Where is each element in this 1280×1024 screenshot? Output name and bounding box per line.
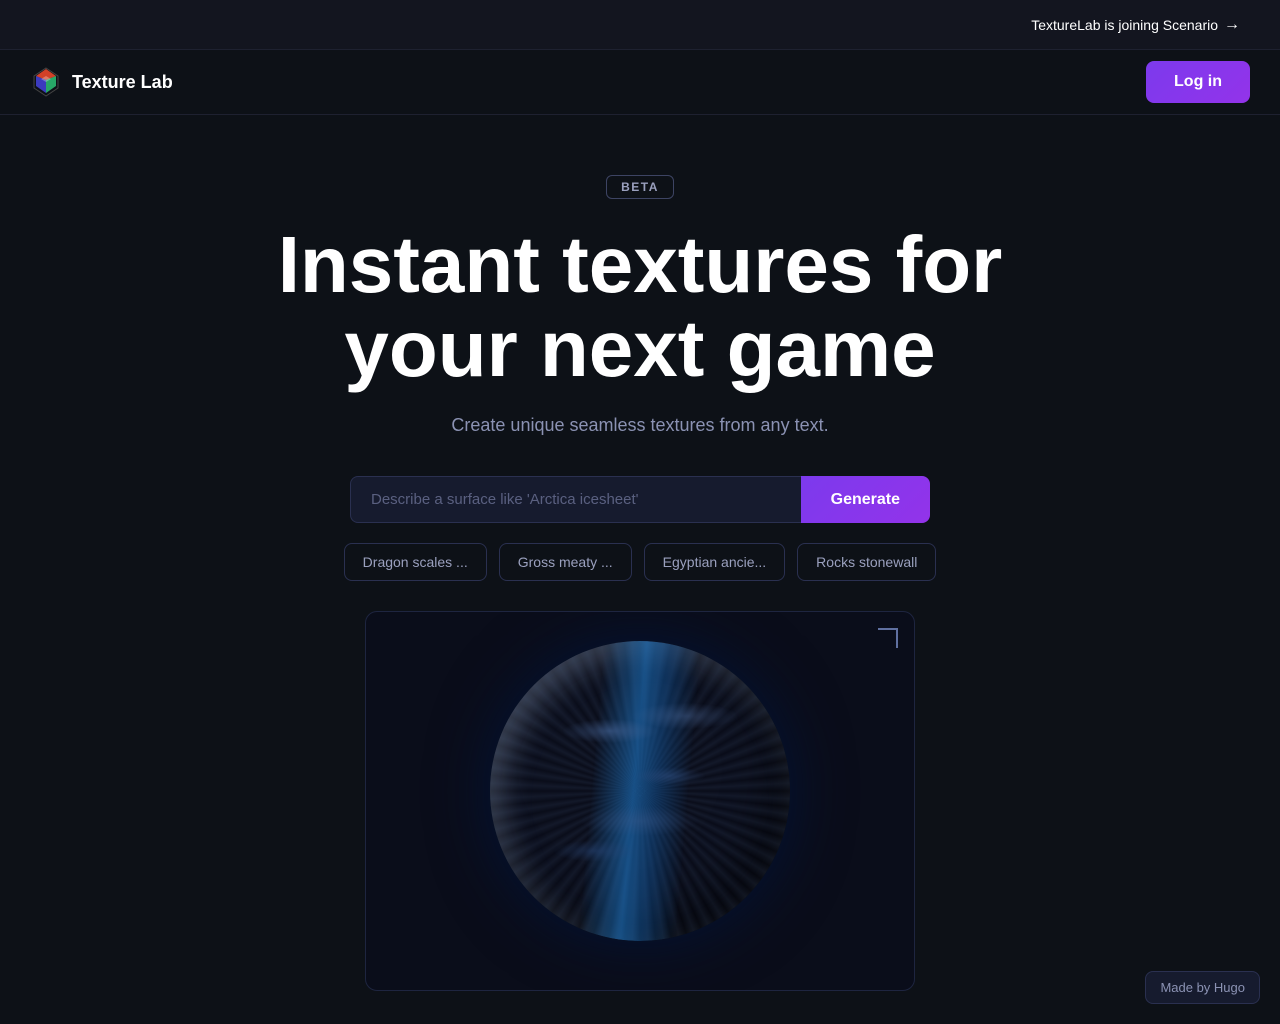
- announcement-text: TextureLab is joining Scenario: [1031, 17, 1218, 33]
- beta-badge: BETA: [606, 175, 674, 199]
- texture-input[interactable]: [350, 476, 801, 523]
- hero-title: Instant textures for your next game: [278, 223, 1003, 391]
- chip-egyptian[interactable]: Egyptian ancie...: [644, 543, 786, 581]
- sphere-texture-overlay: [490, 641, 790, 941]
- sphere-preview: [490, 641, 790, 961]
- logo-area[interactable]: Texture Lab: [30, 66, 173, 98]
- logo-text: Texture Lab: [72, 72, 173, 93]
- texture-sphere: [490, 641, 790, 941]
- navbar: Texture Lab Log in: [0, 50, 1280, 115]
- suggestion-chips: Dragon scales ... Gross meaty ... Egypti…: [344, 543, 937, 581]
- announcement-link[interactable]: TextureLab is joining Scenario →: [1031, 16, 1240, 34]
- generate-button[interactable]: Generate: [801, 476, 930, 523]
- announcement-arrow-icon: →: [1224, 16, 1240, 34]
- main-content: BETA Instant textures for your next game…: [0, 115, 1280, 991]
- chip-gross-meaty[interactable]: Gross meaty ...: [499, 543, 632, 581]
- preview-container: [365, 611, 915, 991]
- chip-rocks-stonewall[interactable]: Rocks stonewall: [797, 543, 936, 581]
- preview-corner-icon: [878, 628, 898, 648]
- made-by-badge: Made by Hugo: [1145, 971, 1260, 1004]
- hero-subtitle: Create unique seamless textures from any…: [451, 415, 828, 436]
- input-area: Generate: [350, 476, 930, 523]
- logo-icon: [30, 66, 62, 98]
- announcement-bar: TextureLab is joining Scenario →: [0, 0, 1280, 50]
- hero-title-line1: Instant textures for: [278, 220, 1003, 309]
- chip-dragon-scales[interactable]: Dragon scales ...: [344, 543, 487, 581]
- login-button[interactable]: Log in: [1146, 61, 1250, 103]
- hero-title-line2: your next game: [344, 304, 935, 393]
